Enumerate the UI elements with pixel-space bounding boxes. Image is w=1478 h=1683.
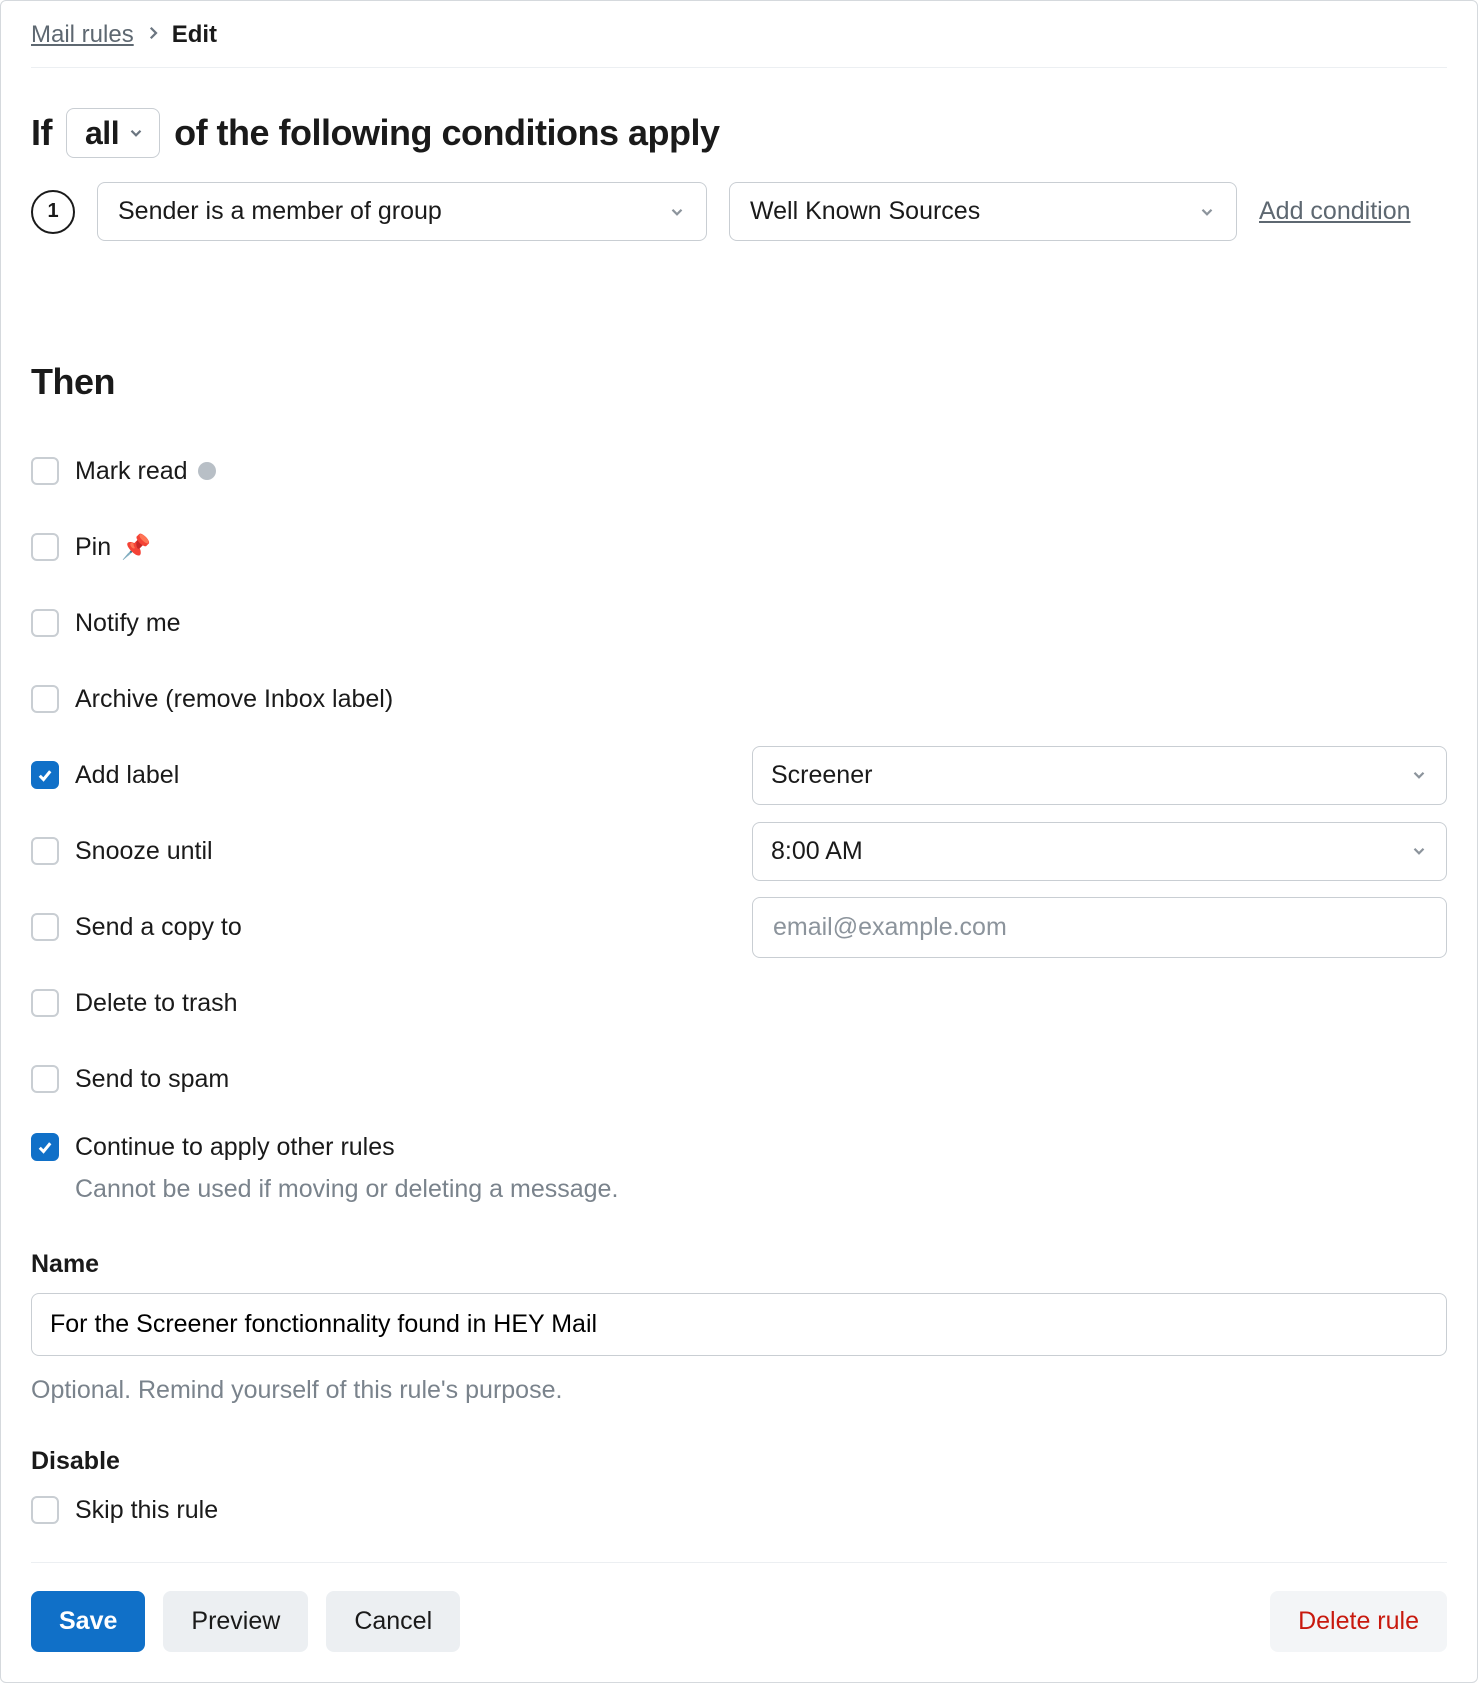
notify-checkbox[interactable] [31, 609, 59, 637]
continue-note: Cannot be used if moving or deleting a m… [75, 1175, 1447, 1204]
action-spam: Send to spam [31, 1041, 1447, 1117]
actions-list: Mark read Pin 📌 Notify me [31, 433, 1447, 1214]
footer: Save Preview Cancel Delete rule [31, 1562, 1447, 1652]
chevron-down-icon [1198, 203, 1216, 221]
delete-label: Delete to trash [75, 989, 238, 1018]
add-label-value: Screener [771, 761, 872, 790]
match-mode-select[interactable]: all [66, 108, 160, 158]
chevron-down-icon [1410, 842, 1428, 860]
action-archive: Archive (remove Inbox label) [31, 661, 1447, 737]
send-copy-input[interactable] [771, 912, 1428, 943]
breadcrumb-root-link[interactable]: Mail rules [31, 21, 134, 49]
snooze-label: Snooze until [75, 837, 213, 866]
chevron-down-icon [127, 124, 145, 142]
condition-index-badge: 1 [31, 190, 75, 234]
action-pin: Pin 📌 [31, 509, 1447, 585]
condition-type-select[interactable]: Sender is a member of group [97, 182, 707, 241]
if-suffix: of the following conditions apply [174, 112, 719, 154]
condition-value-text: Well Known Sources [750, 197, 980, 226]
add-label-label: Add label [75, 761, 179, 790]
action-add-label: Add label Screener [31, 737, 1447, 813]
condition-type-value: Sender is a member of group [118, 197, 442, 226]
match-mode-value: all [85, 117, 119, 149]
spam-label: Send to spam [75, 1065, 229, 1094]
continue-checkbox[interactable] [31, 1133, 59, 1161]
condition-value-select[interactable]: Well Known Sources [729, 182, 1237, 241]
disable-label: Disable [31, 1447, 1447, 1476]
spam-checkbox[interactable] [31, 1065, 59, 1093]
continue-label: Continue to apply other rules [75, 1133, 395, 1162]
pin-icon: 📌 [121, 533, 151, 562]
action-skip: Skip this rule [31, 1490, 1447, 1530]
archive-checkbox[interactable] [31, 685, 59, 713]
name-input[interactable] [31, 1293, 1447, 1356]
action-send-copy: Send a copy to [31, 889, 1447, 965]
action-mark-read: Mark read [31, 433, 1447, 509]
add-condition-link[interactable]: Add condition [1259, 197, 1411, 226]
chevron-down-icon [1410, 766, 1428, 784]
pin-label: Pin [75, 533, 111, 562]
cancel-button[interactable]: Cancel [326, 1591, 460, 1652]
add-label-checkbox[interactable] [31, 761, 59, 789]
archive-label: Archive (remove Inbox label) [75, 685, 393, 714]
if-prefix: If [31, 112, 52, 154]
snooze-checkbox[interactable] [31, 837, 59, 865]
action-notify: Notify me [31, 585, 1447, 661]
action-continue: Continue to apply other rules [31, 1127, 1447, 1167]
disable-section: Disable Skip this rule [31, 1447, 1447, 1530]
condition-row: 1 Sender is a member of group Well Known… [31, 182, 1447, 241]
name-section: Name Optional. Remind yourself of this r… [31, 1250, 1447, 1405]
send-copy-input-wrapper [752, 897, 1447, 958]
skip-label: Skip this rule [75, 1496, 218, 1525]
action-delete: Delete to trash [31, 965, 1447, 1041]
breadcrumb-current: Edit [172, 21, 217, 49]
mark-read-checkbox[interactable] [31, 457, 59, 485]
if-heading: If all of the following conditions apply [31, 108, 1447, 158]
then-heading: Then [31, 361, 1447, 403]
delete-rule-button[interactable]: Delete rule [1270, 1591, 1447, 1652]
add-label-select[interactable]: Screener [752, 746, 1447, 805]
chevron-right-icon [144, 21, 162, 49]
notify-label: Notify me [75, 609, 181, 638]
dot-icon [198, 462, 216, 480]
snooze-value: 8:00 AM [771, 837, 863, 866]
breadcrumb: Mail rules Edit [31, 21, 1447, 68]
action-snooze: Snooze until 8:00 AM [31, 813, 1447, 889]
delete-checkbox[interactable] [31, 989, 59, 1017]
chevron-down-icon [668, 203, 686, 221]
skip-checkbox[interactable] [31, 1496, 59, 1524]
preview-button[interactable]: Preview [163, 1591, 308, 1652]
name-hint: Optional. Remind yourself of this rule's… [31, 1376, 1447, 1405]
save-button[interactable]: Save [31, 1591, 145, 1652]
pin-checkbox[interactable] [31, 533, 59, 561]
snooze-select[interactable]: 8:00 AM [752, 822, 1447, 881]
mail-rule-edit-page: Mail rules Edit If all of the following … [0, 0, 1478, 1683]
send-copy-label: Send a copy to [75, 913, 242, 942]
send-copy-checkbox[interactable] [31, 913, 59, 941]
name-label: Name [31, 1250, 1447, 1279]
mark-read-label: Mark read [75, 457, 188, 486]
